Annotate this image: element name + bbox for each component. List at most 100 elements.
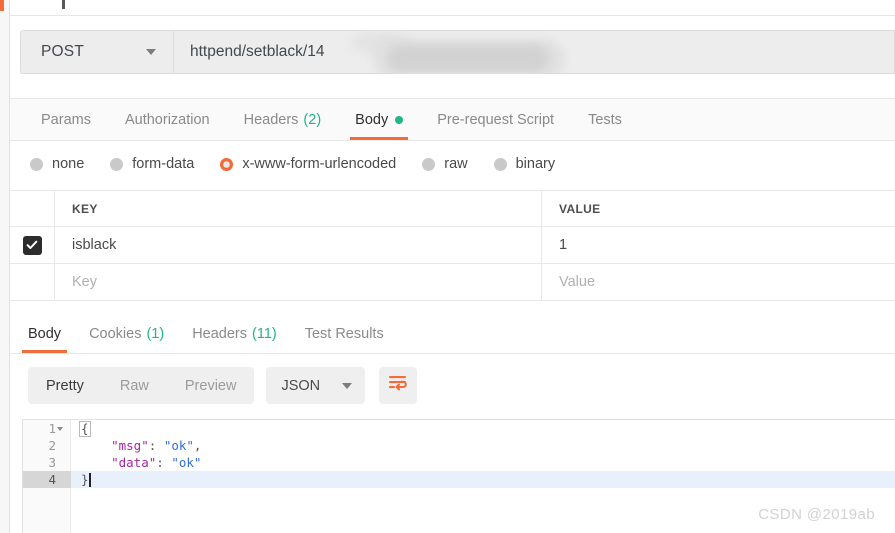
postman-window: POST http end/setblack/14 Params Authoriz… — [0, 0, 895, 533]
table-row[interactable]: isblack 1 — [10, 227, 895, 264]
body-type-x-www-form-urlencoded[interactable]: x-www-form-urlencoded — [220, 156, 396, 172]
json-open-brace: { — [79, 421, 91, 437]
url-bar-zone: POST http end/setblack/14 — [10, 15, 895, 86]
body-type-binary-label: binary — [515, 156, 556, 172]
request-tab-params-label: Params — [41, 111, 91, 128]
table-header-check-cell — [10, 191, 55, 226]
new-key-placeholder: Key — [72, 274, 97, 290]
code-line: 3 "data": "ok" — [23, 454, 895, 471]
body-type-form-data[interactable]: form-data — [110, 156, 194, 172]
column-header-value: VALUE — [559, 201, 601, 216]
watermark: CSDN @2019ab — [758, 506, 875, 523]
response-tab-headers-label: Headers — [192, 326, 247, 342]
text-caret — [88, 473, 91, 487]
new-key-input[interactable]: Key — [55, 264, 542, 300]
request-tab-tests-label: Tests — [588, 111, 622, 128]
row-value-input[interactable]: 1 — [542, 227, 895, 263]
request-tab-authorization[interactable]: Authorization — [108, 99, 227, 140]
new-value-input[interactable]: Value — [542, 264, 895, 300]
body-type-none-label: none — [52, 156, 85, 172]
body-type-radio-group: none form-data x-www-form-urlencoded raw… — [10, 141, 895, 187]
request-tab-authorization-label: Authorization — [124, 111, 210, 128]
response-format-select[interactable]: JSON — [266, 367, 366, 404]
fold-toggle-icon[interactable] — [57, 427, 63, 431]
json-value-msg: "ok" — [163, 438, 194, 453]
response-format-label: JSON — [281, 377, 321, 394]
view-mode-raw[interactable]: Raw — [102, 367, 167, 404]
table-row-empty[interactable]: Key Value — [10, 264, 895, 301]
column-header-key: KEY — [72, 201, 98, 216]
response-tab-body[interactable]: Body — [14, 315, 75, 353]
editor-lines: 1 { 2 "msg": "ok", 3 "data": "ok" 4 } — [23, 420, 895, 488]
radio-icon — [422, 157, 436, 171]
code-line-text: "msg": "ok", — [111, 438, 202, 453]
body-type-raw[interactable]: raw — [422, 156, 468, 172]
response-tab-body-label: Body — [28, 326, 62, 342]
body-modified-dot-icon — [395, 115, 404, 124]
code-line-text: } — [81, 471, 91, 488]
json-close-brace: } — [81, 472, 89, 487]
response-tab-test-results[interactable]: Test Results — [291, 315, 398, 353]
code-line: 2 "msg": "ok", — [23, 437, 895, 454]
json-value-data: "ok" — [171, 455, 202, 470]
radio-icon — [110, 157, 124, 171]
body-type-raw-label: raw — [444, 156, 468, 172]
new-value-placeholder: Value — [559, 274, 596, 290]
text-cursor-mark — [62, 0, 65, 9]
response-tab-headers-count: (11) — [252, 326, 277, 342]
radio-icon — [493, 157, 507, 171]
code-line-text: { — [79, 420, 91, 437]
view-mode-preview[interactable]: Preview — [167, 367, 255, 404]
response-tab-test-results-label: Test Results — [304, 326, 384, 342]
response-tabs: Body Cookies (1) Headers (11) Test Resul… — [10, 315, 895, 354]
line-number: 3 — [48, 455, 56, 470]
code-line: 1 { — [23, 420, 895, 437]
table-header-value-cell: VALUE — [542, 191, 895, 226]
row-checkbox-cell[interactable] — [10, 227, 55, 263]
response-tab-headers[interactable]: Headers (11) — [178, 315, 291, 353]
line-number: 2 — [48, 438, 56, 453]
row-key-text: isblack — [72, 237, 117, 253]
http-method-select[interactable]: POST — [20, 30, 173, 74]
radio-icon — [30, 157, 43, 171]
checkbox-checked-icon[interactable] — [22, 235, 42, 255]
request-tab-body-label: Body — [355, 111, 389, 128]
json-key-data: "data" — [111, 455, 157, 470]
view-mode-pretty[interactable]: Pretty — [28, 367, 102, 404]
view-mode-raw-label: Raw — [119, 377, 149, 394]
row-value-text: 1 — [559, 237, 568, 253]
body-type-none[interactable]: none — [30, 156, 84, 172]
row-key-input[interactable]: isblack — [55, 227, 542, 263]
row-checkbox-cell-empty[interactable] — [10, 264, 55, 300]
tab-accent-indicator — [0, 0, 4, 11]
line-number: 4 — [23, 471, 71, 488]
request-tab-headers-label: Headers — [243, 111, 299, 128]
request-tab-params[interactable]: Params — [24, 99, 108, 140]
request-tab-tests[interactable]: Tests — [571, 99, 639, 140]
json-key-msg: "msg" — [111, 438, 149, 453]
body-type-form-data-label: form-data — [132, 156, 195, 172]
chevron-down-icon — [146, 49, 156, 55]
chevron-down-icon — [342, 382, 353, 389]
url-prefix: http — [190, 43, 216, 60]
view-mode-pretty-label: Pretty — [46, 377, 84, 394]
request-tab-pre-request-script[interactable]: Pre-request Script — [420, 99, 571, 140]
request-tab-headers[interactable]: Headers (2) — [227, 99, 339, 140]
code-line-text: "data": "ok" — [111, 455, 202, 470]
response-tab-cookies-label: Cookies — [89, 326, 142, 342]
request-tab-body[interactable]: Body — [338, 99, 420, 140]
view-mode-preview-label: Preview — [184, 377, 237, 394]
body-type-binary[interactable]: binary — [493, 156, 556, 172]
table-header-row: KEY VALUE — [10, 191, 895, 227]
response-toolbar: Pretty Raw Preview JSON — [10, 354, 895, 417]
response-view-mode-group: Pretty Raw Preview — [28, 367, 255, 404]
url-input[interactable]: http end/setblack/14 — [173, 30, 895, 74]
response-tab-cookies-count: (1) — [146, 326, 165, 342]
request-tabs: Params Authorization Headers (2) Body Pr… — [10, 98, 895, 141]
request-tab-headers-count: (2) — [303, 111, 322, 128]
params-table: KEY VALUE isblack 1 Key Value — [10, 190, 895, 301]
left-rail — [0, 0, 10, 533]
wrap-text-button[interactable] — [379, 367, 418, 404]
response-tab-cookies[interactable]: Cookies (1) — [75, 315, 178, 353]
table-header-key-cell: KEY — [55, 191, 542, 226]
